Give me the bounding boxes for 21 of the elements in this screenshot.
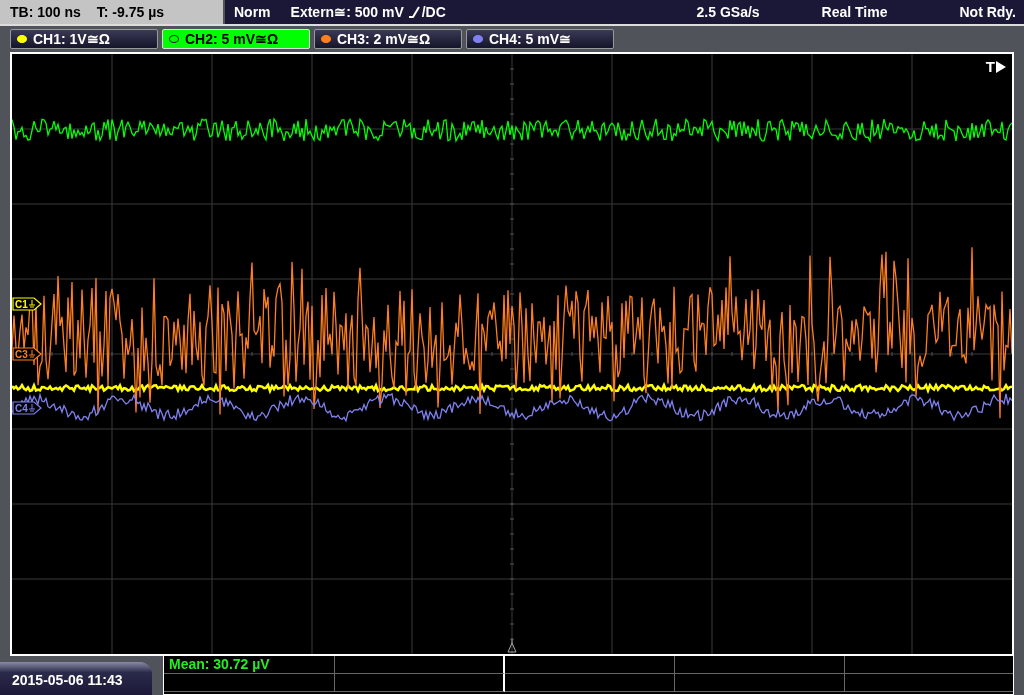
rising-edge-icon xyxy=(407,5,422,19)
trigger-source-label: Extern≅: 500 mV xyxy=(290,4,404,20)
channel-marker[interactable]: C4 xyxy=(12,401,42,415)
datetime-label: 2015-05-06 11:43 xyxy=(0,662,152,695)
trigger-mode-label: Norm xyxy=(234,4,271,20)
channel-marker[interactable]: C3 xyxy=(12,347,42,361)
channel-tab[interactable]: CH1: 1V≅Ω xyxy=(10,28,158,49)
channel-marker[interactable]: C1 xyxy=(12,297,42,311)
acquisition-mode-label: Real Time xyxy=(821,4,888,20)
sample-rate-label: 2.5 GSa/s xyxy=(696,4,760,20)
trigger-coupling-label: /DC xyxy=(421,4,446,20)
channel-tab[interactable]: CH4: 5 mV≅ xyxy=(466,28,614,49)
channel-tab[interactable]: CH2: 5 mV≅Ω xyxy=(162,28,310,49)
measurement-value: Mean: 30.72 µV xyxy=(169,656,270,672)
channel-tab[interactable]: CH3: 2 mV≅Ω xyxy=(314,28,462,49)
trigger-position-icon xyxy=(507,638,517,653)
timebase-label: TB: 100 ns xyxy=(10,4,81,20)
trigger-arrow-icon xyxy=(996,60,1006,73)
status-label: Not Rdy. xyxy=(959,4,1016,20)
trigger-label: T xyxy=(985,58,995,75)
trigger-time-label: T: -9.75 µs xyxy=(96,4,165,20)
